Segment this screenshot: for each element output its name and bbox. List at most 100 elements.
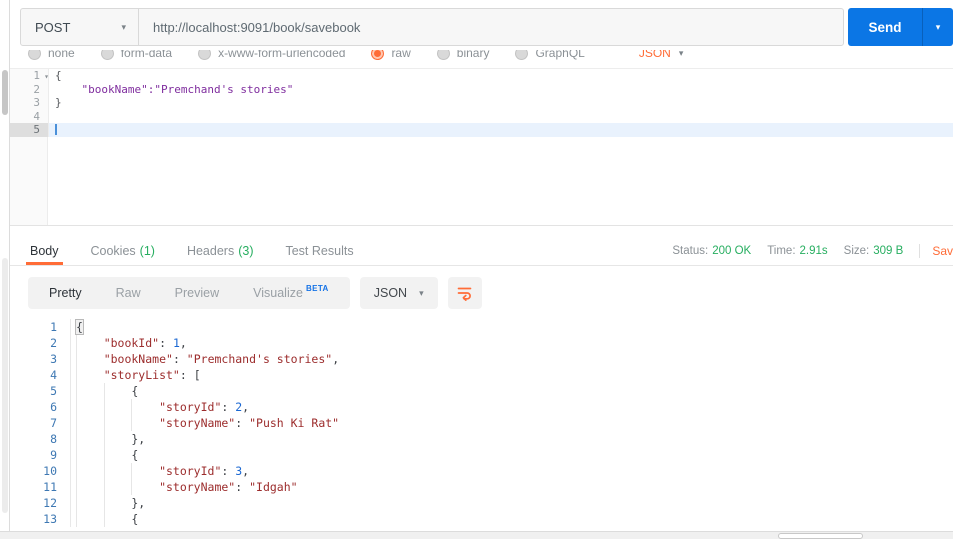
view-tab-pretty[interactable]: Pretty (32, 277, 99, 309)
line-number: 1 (50, 320, 57, 334)
horizontal-scrollbar-thumb[interactable] (778, 533, 863, 539)
chevron-down-icon: ▾ (121, 21, 126, 32)
response-line: 6 "storyId": 2, (10, 399, 953, 415)
body-mode-binary[interactable]: binary (436, 50, 489, 60)
response-code-line: { (70, 319, 953, 335)
line-number: 7 (50, 416, 57, 430)
indent-guide (103, 447, 132, 463)
line-number: 3 (50, 352, 57, 366)
method-dropdown[interactable]: POST ▾ (21, 9, 139, 45)
editor-code-line[interactable] (48, 109, 953, 123)
editor-line: 1 ▾{ (10, 69, 953, 83)
indent-guide (76, 431, 104, 447)
response-code-line: { (70, 383, 953, 399)
response-header: Body Cookies (1) Headers (3) Test Results Sta… (10, 236, 953, 266)
indent-guide (76, 367, 104, 383)
chevron-down-icon: ▾ (419, 287, 424, 298)
radio-icon (28, 50, 41, 60)
horizontal-scrollbar[interactable] (0, 531, 953, 539)
editor-code-line[interactable] (48, 123, 953, 137)
line-number: 1 ▾ (10, 69, 49, 84)
tab-label: Headers (186, 243, 235, 258)
body-mode-label: raw (391, 50, 411, 60)
response-line: 13 { (10, 511, 953, 527)
view-tab-label: Preview (174, 286, 220, 300)
body-mode-graphql[interactable]: GraphQL (515, 50, 585, 60)
tab-label: Test Results (285, 243, 354, 258)
view-tab-visualize[interactable]: Visualize BETA (236, 277, 346, 309)
chevron-down-icon: ▾ (678, 50, 684, 58)
editor-line: 3} (10, 96, 953, 110)
meta-value: 200 OK (712, 244, 752, 257)
wrap-lines-button[interactable] (447, 277, 482, 309)
view-tab-preview[interactable]: Preview (158, 277, 236, 309)
response-code-line: "bookName": "Premchand's stories", (70, 351, 953, 367)
line-number: 12 (43, 496, 57, 510)
divider (919, 243, 921, 258)
indent-guide (103, 399, 132, 415)
line-number: 8 (50, 432, 57, 446)
indent-guide (76, 335, 104, 351)
response-tab-headers[interactable]: Headers (3) (185, 236, 256, 265)
indent-guide (103, 383, 132, 399)
meta-size-: Size: 309 B (844, 245, 904, 257)
fold-arrow-icon[interactable]: ▾ (44, 70, 49, 84)
response-tab-cookies[interactable]: Cookies (1) (89, 236, 157, 265)
body-mode-label: form-data (120, 50, 173, 60)
line-number: 10 (43, 464, 57, 478)
response-tab-test-results[interactable]: Test Results (283, 236, 355, 265)
body-modes-row: none form-data x-www-form-urlencoded raw bin… (28, 50, 953, 60)
editor-gutter (10, 136, 48, 225)
indent-guide (103, 415, 132, 431)
url-input[interactable]: http://localhost:9091/book/savebook (139, 9, 843, 45)
response-view-tabs: Pretty Raw Preview Visualize BETA (28, 277, 350, 309)
response-toolbar: Pretty Raw Preview Visualize BETA JSON ▾ (28, 277, 953, 309)
meta-value: 2.91s (799, 244, 828, 257)
send-options-button[interactable]: ▾ (922, 8, 953, 46)
line-number: 3 (10, 96, 48, 110)
response-code-line: { (70, 447, 953, 463)
request-response-panel: POST ▾ http://localhost:9091/book/savebo… (10, 0, 953, 539)
send-button-label[interactable]: Send (848, 8, 922, 46)
body-mode-form-data[interactable]: form-data (100, 50, 173, 60)
body-mode-x-www-form-urlencoded[interactable]: x-www-form-urlencoded (198, 50, 345, 60)
editor-code-line[interactable]: "bookName":"Premchand's stories" (48, 82, 953, 96)
language-dropdown[interactable]: JSON ▾ (639, 50, 684, 60)
editor-code-line[interactable]: } (48, 96, 953, 110)
response-line: 8}, (10, 431, 953, 447)
indent-guide (76, 351, 104, 367)
response-line: 3 "bookName": "Premchand's stories", (10, 351, 953, 367)
line-number: 5 (10, 123, 48, 137)
meta-label: Time: (767, 244, 796, 257)
send-button[interactable]: Send ▾ (848, 8, 953, 46)
url-bar: POST ▾ http://localhost:9091/book/savebo… (20, 8, 844, 46)
response-code-line: "storyId": 3, (70, 463, 953, 479)
save-response-link[interactable]: Sav (932, 244, 953, 258)
body-mode-label: none (48, 50, 75, 60)
response-code-line: }, (70, 431, 953, 447)
response-body-viewer[interactable]: 1{2 "bookId": 1, 3 "bookName": "Premchand's… (10, 314, 953, 527)
indent-guide (76, 383, 104, 399)
vertical-scrollbar-thumb[interactable] (2, 70, 8, 115)
response-tab-body[interactable]: Body (26, 236, 62, 265)
vertical-scrollbar-thumb[interactable] (2, 258, 8, 513)
method-label: POST (35, 19, 71, 35)
response-format-dropdown[interactable]: JSON ▾ (359, 277, 438, 309)
view-tab-raw[interactable]: Raw (99, 277, 158, 309)
indent-guide (103, 495, 132, 511)
response-code-line: "storyName": "Idgah" (70, 479, 953, 495)
line-number: 2 (50, 336, 57, 350)
indent-guide (131, 463, 159, 479)
indent-guide (131, 479, 159, 495)
body-mode-raw[interactable]: raw (371, 50, 411, 60)
request-body-editor[interactable]: 1 ▾{2 "bookName":"Premchand's stories" 3} 4… (10, 68, 953, 226)
editor-line: 4 (10, 109, 953, 123)
view-tab-label: Visualize (253, 286, 303, 300)
editor-code-line[interactable]: { (48, 69, 953, 83)
indent-guide (131, 399, 159, 415)
indent-guide (76, 447, 104, 463)
tab-count-badge: (1) (139, 243, 155, 258)
body-mode-none[interactable]: none (28, 50, 75, 60)
response-line: 11 "storyName": "Idgah" (10, 479, 953, 495)
view-tab-label: Pretty (49, 286, 82, 300)
